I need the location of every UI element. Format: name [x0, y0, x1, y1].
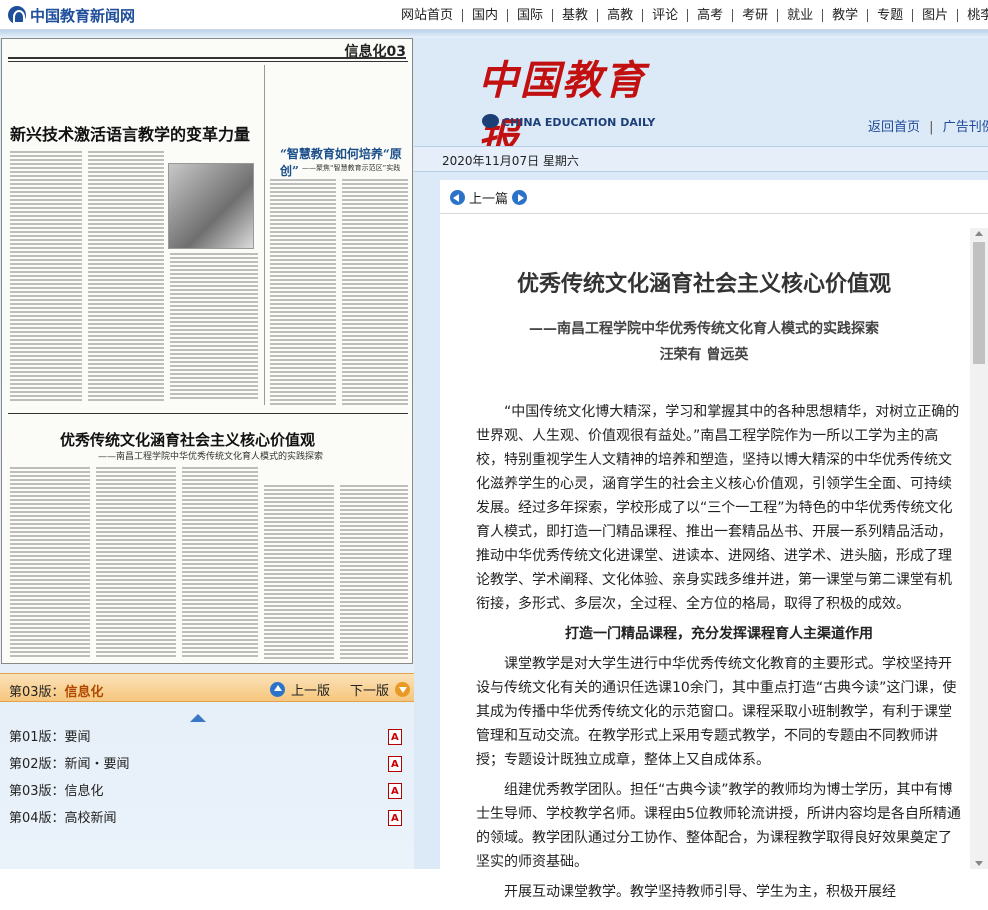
newspaper-masthead: 中国教育报 CHINA EDUCATION DAILY [478, 48, 678, 162]
article-paragraph: 组建优秀教学团队。担任“古典今读”教学的教师均为博士学历，其中有博士生导师、学校… [476, 782, 961, 870]
scroll-down-icon[interactable] [975, 861, 983, 866]
next-page-button[interactable]: 下一版 [350, 680, 411, 699]
newspaper-rule [8, 61, 408, 62]
top-nav: 网站首页 国内 国际 基教 高教 评论 高考 考研 就业 教学 专题 图片 桃李 [392, 5, 988, 25]
newspaper-headline-main-sub: ——南昌工程学院中华优秀传统文化育人模式的实践探索 [98, 452, 324, 462]
article-nav: 上一篇 [440, 180, 988, 214]
newspaper-text-column [340, 485, 408, 659]
newspaper-page-label: 信息化03 [344, 44, 406, 60]
pdf-icon[interactable] [388, 805, 402, 832]
newspaper-page-header: 信息化03 [8, 44, 406, 60]
page-list-label: 第03版：信息化 [9, 784, 104, 799]
arrow-right-icon [512, 190, 528, 205]
newspaper-headline-main: 优秀传统文化涵育社会主义核心价值观 [60, 431, 316, 449]
page-list-label: 第01版：要闻 [9, 730, 91, 745]
date-bar: 2020年11月07日 星期六 [414, 146, 988, 172]
newspaper-headline-right: “智慧教育如何培养“原创” [280, 147, 402, 178]
newspaper-page-image[interactable]: 信息化03 新兴技术激活语言教学的变革力量 “智慧教育如何培养“原创” ——聚焦… [1, 38, 413, 664]
logo-icon [8, 6, 26, 24]
newspaper-text-column [182, 467, 258, 659]
nav-item[interactable]: 国际 [507, 8, 552, 22]
masthead-english: CHINA EDUCATION DAILY [502, 116, 656, 129]
collapse-list-icon[interactable] [190, 714, 206, 722]
page-nav-bar: 第03版：信息化 上一版 下一版 [0, 673, 414, 702]
article-paragraph: “中国传统文化博大精深，学习和掌握其中的各种思想精华，对树立正确的世界观、人生观… [476, 404, 960, 612]
newspaper-text-column [264, 485, 334, 659]
arrow-down-icon [395, 682, 411, 697]
site-header: 中国教育新闻网 网站首页 国内 国际 基教 高教 评论 高考 考研 就业 教学 专题 图片 桃李 [0, 0, 988, 30]
nav-item[interactable]: 高教 [597, 8, 642, 22]
prev-article-link[interactable]: 上一篇 [450, 188, 528, 207]
newspaper-headline-top: 新兴技术激活语言教学的变革力量 [10, 125, 251, 144]
article-scrollbar[interactable] [970, 228, 988, 869]
newspaper-text-column [88, 151, 164, 401]
nav-item[interactable]: 专题 [867, 8, 912, 22]
scroll-up-icon[interactable] [975, 231, 983, 236]
current-page-label: 第03版：信息化 [9, 685, 104, 700]
newspaper-headline-right-sub: ——聚焦“智慧教育示范区”实践 [302, 164, 401, 172]
nav-item[interactable]: 图片 [912, 8, 957, 22]
newspaper-text-column [270, 179, 336, 407]
newspaper-text-column [10, 151, 82, 401]
nav-item[interactable]: 网站首页 [392, 9, 462, 22]
newspaper-photo [168, 163, 254, 249]
nav-item[interactable]: 考研 [732, 8, 777, 22]
page-list-label: 第04版：高校新闻 [9, 811, 117, 826]
nav-item[interactable]: 就业 [777, 8, 822, 22]
issue-date: 2020年11月07日 星期六 [442, 154, 579, 168]
page-list-item[interactable]: 第01版：要闻 [0, 724, 414, 751]
nav-item[interactable]: 国内 [462, 8, 507, 22]
article-body: “中国传统文化博大精深，学习和掌握其中的各种思想精华，对树立正确的世界观、人生观… [476, 400, 962, 910]
newspaper-column-divider [264, 65, 265, 405]
home-link[interactable]: 返回首页 [868, 120, 920, 135]
header-stripe [0, 30, 988, 38]
nav-item[interactable]: 桃李 [957, 8, 988, 22]
newspaper-text-column [96, 467, 176, 659]
article-subtitle: ——南昌工程学院中华优秀传统文化育人模式的实践探索 [529, 321, 879, 337]
page-list-label: 第02版：新闻・要闻 [9, 757, 130, 772]
scroll-thumb[interactable] [973, 242, 985, 364]
article-paragraph: 课堂教学是对大学生进行中华优秀传统文化教育的主要形式。学校坚持开设与传统文化有关… [476, 656, 957, 768]
pdf-icon[interactable] [388, 778, 402, 805]
nav-item[interactable]: 高考 [687, 8, 732, 22]
arrow-up-icon [270, 682, 285, 697]
header-links: 返回首页 | 广告刊例 [868, 116, 988, 135]
page-list-item[interactable]: 第04版：高校新闻 [0, 805, 414, 832]
link-separator: | [929, 120, 934, 135]
nav-item[interactable]: 评论 [642, 8, 687, 22]
section-heading: 打造一门精品课程，充分发挥课程育人主渠道作用 [565, 626, 873, 642]
site-logo[interactable]: 中国教育新闻网 [8, 4, 135, 26]
prev-page-button[interactable]: 上一版 [270, 680, 330, 699]
nav-item[interactable]: 教学 [822, 8, 867, 22]
ads-link[interactable]: 广告刊例 [943, 120, 988, 135]
newspaper-rule [8, 413, 408, 414]
page-list-item[interactable]: 第03版：信息化 [0, 778, 414, 805]
article-title: 优秀传统文化涵育社会主义核心价值观 [516, 271, 891, 297]
page-list-item[interactable]: 第02版：新闻・要闻 [0, 751, 414, 778]
newspaper-text-column [342, 179, 408, 407]
globe-icon [482, 114, 499, 128]
newspaper-text-column [10, 467, 90, 659]
site-name: 中国教育新闻网 [30, 6, 136, 25]
pdf-icon[interactable] [388, 724, 402, 751]
article-author: 汪荣有 曾远英 [659, 347, 749, 363]
newspaper-text-column [170, 253, 258, 401]
arrow-left-icon [450, 190, 465, 205]
pdf-icon[interactable] [388, 751, 402, 778]
nav-item[interactable]: 基教 [552, 8, 597, 22]
page-list: 第01版：要闻第02版：新闻・要闻第03版：信息化第04版：高校新闻 [0, 724, 414, 832]
article-area: 上一篇 优秀传统文化涵育社会主义核心价值观 ——南昌工程学院中华优秀传统文化育人… [440, 180, 988, 900]
article-paragraph: 开展互动课堂教学。教学坚持教师引导、学生为主，积极开展经 [504, 884, 896, 900]
